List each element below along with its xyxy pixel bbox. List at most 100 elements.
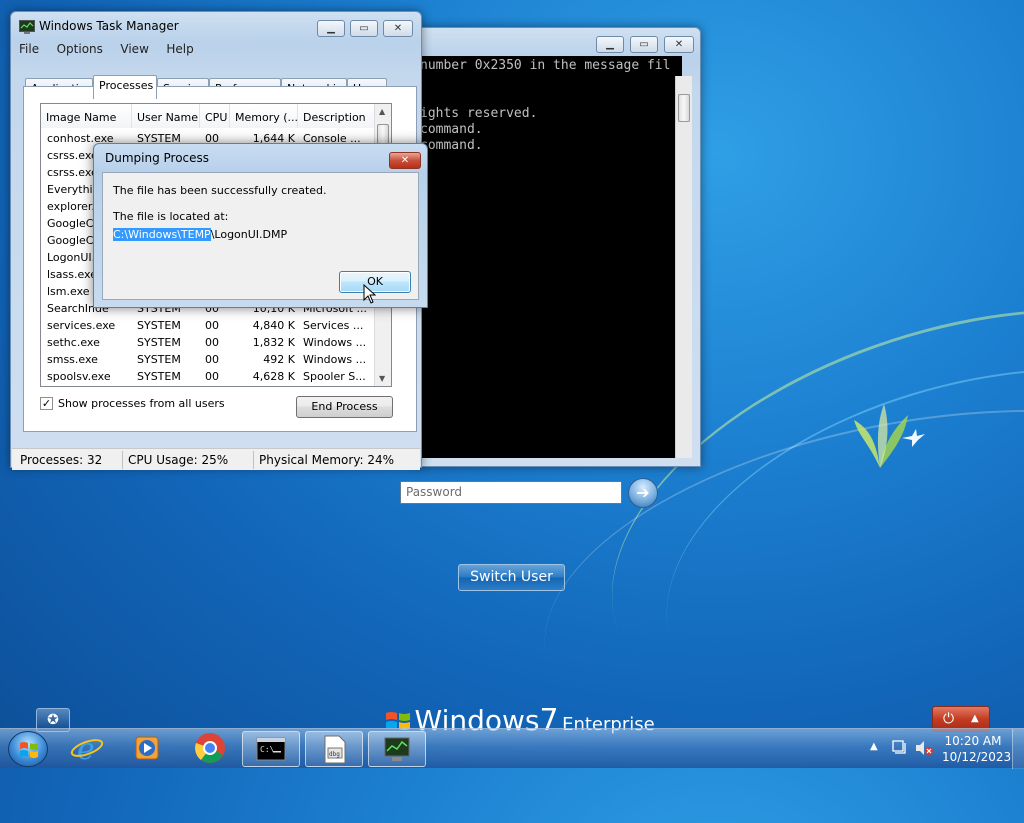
table-row[interactable]: spoolsv.exe SYSTEM 00 4,628 K Spooler S... bbox=[41, 368, 375, 385]
selected-path-text[interactable]: C:\Windows\TEMP bbox=[113, 228, 211, 241]
table-row[interactable]: smss.exe SYSTEM 00 492 K Windows ... bbox=[41, 351, 375, 368]
close-button[interactable]: ✕ bbox=[383, 20, 413, 37]
dialog-title: Dumping Process bbox=[105, 151, 210, 165]
media-player-icon bbox=[135, 736, 159, 760]
show-hidden-icons-arrow[interactable]: ▲ bbox=[870, 741, 878, 752]
cmd-window[interactable]: ▁ ▭ ✕ number 0x2350 in the message fil i… bbox=[415, 27, 701, 467]
status-memory: Physical Memory: 24% bbox=[259, 453, 395, 467]
taskbar-file[interactable]: dbg bbox=[305, 731, 363, 767]
table-cell: 1,832 K bbox=[252, 336, 295, 349]
menu-options[interactable]: Options bbox=[57, 42, 103, 56]
mouse-cursor-icon bbox=[363, 284, 377, 304]
table-cell: 00 bbox=[205, 319, 219, 332]
command-prompt-icon: C:\ bbox=[256, 737, 286, 761]
windows-logo-icon bbox=[20, 742, 38, 758]
dialog-message: The file has been successfully created. bbox=[113, 184, 327, 197]
table-cell: 00 bbox=[205, 353, 219, 366]
console-line: ights reserved. bbox=[420, 106, 538, 121]
location-label: The file is located at: bbox=[113, 210, 229, 223]
column-memory[interactable]: Memory (... bbox=[230, 104, 298, 128]
table-row[interactable]: services.exe SYSTEM 00 4,840 K Services ... bbox=[41, 317, 375, 334]
close-button[interactable]: ✕ bbox=[664, 36, 694, 53]
column-description[interactable]: Description bbox=[298, 104, 375, 128]
file-path[interactable]: C:\Windows\TEMP\LogonUI.DMP bbox=[113, 228, 287, 241]
switch-user-button[interactable]: Switch User bbox=[458, 564, 565, 591]
start-button[interactable] bbox=[8, 731, 48, 767]
menu-file[interactable]: File bbox=[19, 42, 39, 56]
status-processes: Processes: 32 bbox=[20, 453, 103, 467]
status-bar: Processes: 32 CPU Usage: 25% Physical Me… bbox=[12, 448, 420, 470]
table-cell: sethc.exe bbox=[47, 336, 100, 349]
password-input[interactable]: Password bbox=[400, 481, 622, 504]
taskbar-media-player[interactable] bbox=[117, 731, 175, 767]
column-image-name[interactable]: Image Name bbox=[41, 104, 132, 128]
internet-explorer-icon: e bbox=[70, 732, 104, 767]
table-cell: SYSTEM bbox=[137, 319, 181, 332]
bird-icon bbox=[902, 429, 925, 447]
close-button[interactable]: ✕ bbox=[389, 152, 421, 169]
volume-muted-icon[interactable] bbox=[914, 739, 934, 757]
scroll-down-icon[interactable]: ▼ bbox=[379, 374, 385, 383]
table-cell: SYSTEM bbox=[137, 353, 181, 366]
cmd-console[interactable]: number 0x2350 in the message fil ights r… bbox=[416, 56, 682, 458]
cmd-scrollbar[interactable] bbox=[675, 76, 692, 458]
taskbar: e C:\ dbg ▲ 10:20 AM 10/12/2023 bbox=[0, 728, 1024, 769]
show-all-users-checkbox[interactable]: ✓ bbox=[40, 397, 53, 410]
system-clock[interactable]: 10:20 AM 10/12/2023 bbox=[942, 733, 1012, 765]
column-user-name[interactable]: User Name bbox=[132, 104, 200, 128]
show-all-users-label: Show processes from all users bbox=[58, 397, 225, 410]
tab-processes[interactable]: Processes bbox=[93, 75, 157, 99]
taskbar-chrome[interactable] bbox=[181, 731, 239, 767]
action-center-icon[interactable] bbox=[890, 739, 908, 757]
column-cpu[interactable]: CPU bbox=[200, 104, 230, 128]
console-line: command. bbox=[420, 138, 483, 153]
svg-text:C:\: C:\ bbox=[260, 745, 275, 754]
submit-arrow-button[interactable]: ➔ bbox=[628, 478, 658, 508]
menu-help[interactable]: Help bbox=[166, 42, 193, 56]
console-line: command. bbox=[420, 122, 483, 137]
chrome-icon bbox=[195, 733, 225, 763]
console-line: number 0x2350 in the message fil bbox=[420, 58, 671, 73]
task-manager-icon bbox=[19, 20, 35, 34]
task-manager-icon bbox=[384, 737, 410, 761]
clock-time: 10:20 AM bbox=[944, 734, 1002, 748]
file-icon: dbg bbox=[324, 735, 346, 764]
maximize-button[interactable]: ▭ bbox=[350, 20, 378, 37]
table-cell: 4,840 K bbox=[252, 319, 295, 332]
table-cell: 00 bbox=[205, 370, 219, 383]
table-cell: spoolsv.exe bbox=[47, 370, 111, 383]
window-title: Windows Task Manager bbox=[39, 19, 179, 33]
svg-text:dbg: dbg bbox=[329, 751, 340, 758]
minimize-button[interactable]: ▁ bbox=[317, 20, 345, 37]
dumping-process-dialog[interactable]: Dumping Process ✕ The file has been succ… bbox=[93, 143, 428, 308]
ease-of-access-icon: ✪ bbox=[47, 712, 59, 728]
table-cell: SYSTEM bbox=[137, 336, 181, 349]
table-cell: 00 bbox=[205, 336, 219, 349]
taskbar-internet-explorer[interactable]: e bbox=[58, 731, 116, 767]
menu-view[interactable]: View bbox=[120, 42, 148, 56]
table-cell: services.exe bbox=[47, 319, 116, 332]
path-filename[interactable]: \LogonUI.DMP bbox=[211, 228, 287, 241]
taskbar-task-manager[interactable] bbox=[368, 731, 426, 767]
table-cell: 4,628 K bbox=[252, 370, 295, 383]
table-row[interactable]: sethc.exe SYSTEM 00 1,832 K Windows ... bbox=[41, 334, 375, 351]
status-cpu: CPU Usage: 25% bbox=[128, 453, 229, 467]
table-cell: 492 K bbox=[263, 353, 295, 366]
taskbar-command-prompt[interactable]: C:\ bbox=[242, 731, 300, 767]
menu-bar: File Options View Help bbox=[19, 42, 208, 60]
minimize-button[interactable]: ▁ bbox=[596, 36, 624, 53]
cmd-titlebar[interactable]: ▁ ▭ ✕ bbox=[416, 28, 700, 58]
svg-text:e: e bbox=[77, 732, 95, 765]
maximize-button[interactable]: ▭ bbox=[630, 36, 658, 53]
table-cell: SYSTEM bbox=[137, 370, 181, 383]
table-cell: Windows ... bbox=[303, 336, 367, 349]
scroll-up-icon[interactable]: ▲ bbox=[379, 107, 385, 116]
clock-date: 10/12/2023 bbox=[942, 750, 1012, 764]
scroll-thumb[interactable] bbox=[678, 94, 690, 122]
end-process-button[interactable]: End Process bbox=[296, 396, 393, 418]
dialog-body: The file has been successfully created. … bbox=[102, 172, 419, 304]
table-cell: Windows ... bbox=[303, 353, 367, 366]
table-cell: Spooler S... bbox=[303, 370, 366, 383]
task-manager-titlebar[interactable]: Windows Task Manager ▁ ▭ ✕ bbox=[11, 12, 421, 42]
show-desktop-button[interactable] bbox=[1012, 729, 1024, 769]
